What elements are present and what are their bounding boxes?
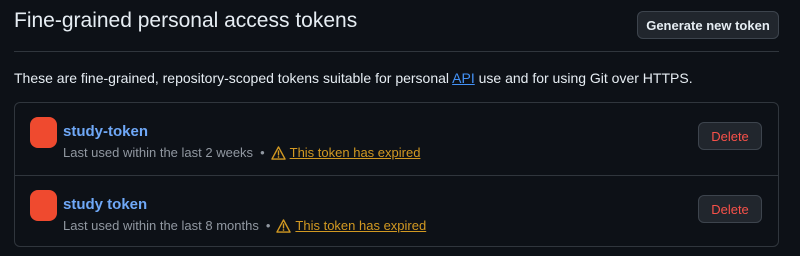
meta-separator: • (265, 218, 271, 233)
token-meta: Last used within the last 8 months • Thi… (63, 218, 426, 233)
token-name-link[interactable]: study token (63, 196, 147, 213)
alert-triangle-icon (276, 218, 292, 233)
token-expired-link[interactable]: This token has expired (295, 218, 426, 233)
description-text-before: These are fine-grained, repository-scope… (14, 70, 453, 86)
generate-new-token-button[interactable]: Generate new token (637, 11, 779, 39)
token-row: study-token Last used within the last 2 … (15, 103, 778, 175)
last-used-text: Last used within the last 2 weeks (63, 145, 254, 160)
api-link[interactable]: API (452, 70, 475, 86)
token-row: study token Last used within the last 8 … (15, 175, 778, 246)
page: Fine-grained personal access tokens Gene… (0, 0, 800, 256)
page-title: Fine-grained personal access tokens (14, 9, 358, 32)
description: These are fine-grained, repository-scope… (14, 70, 693, 86)
delete-token-button[interactable]: Delete (698, 122, 762, 150)
delete-token-button[interactable]: Delete (698, 195, 762, 223)
token-meta: Last used within the last 2 weeks • This… (63, 145, 420, 160)
token-avatar (30, 190, 57, 221)
meta-separator: • (260, 145, 265, 160)
description-text-after: use and for using Git over HTTPS. (474, 70, 693, 86)
alert-triangle-icon (270, 145, 286, 160)
token-avatar (30, 117, 57, 148)
token-expired-link[interactable]: This token has expired (290, 145, 421, 160)
token-list: study-token Last used within the last 2 … (14, 102, 779, 247)
page-header: Fine-grained personal access tokens Gene… (14, 0, 779, 52)
last-used-text: Last used within the last 8 months (63, 218, 259, 233)
token-name-link[interactable]: study-token (63, 123, 148, 140)
